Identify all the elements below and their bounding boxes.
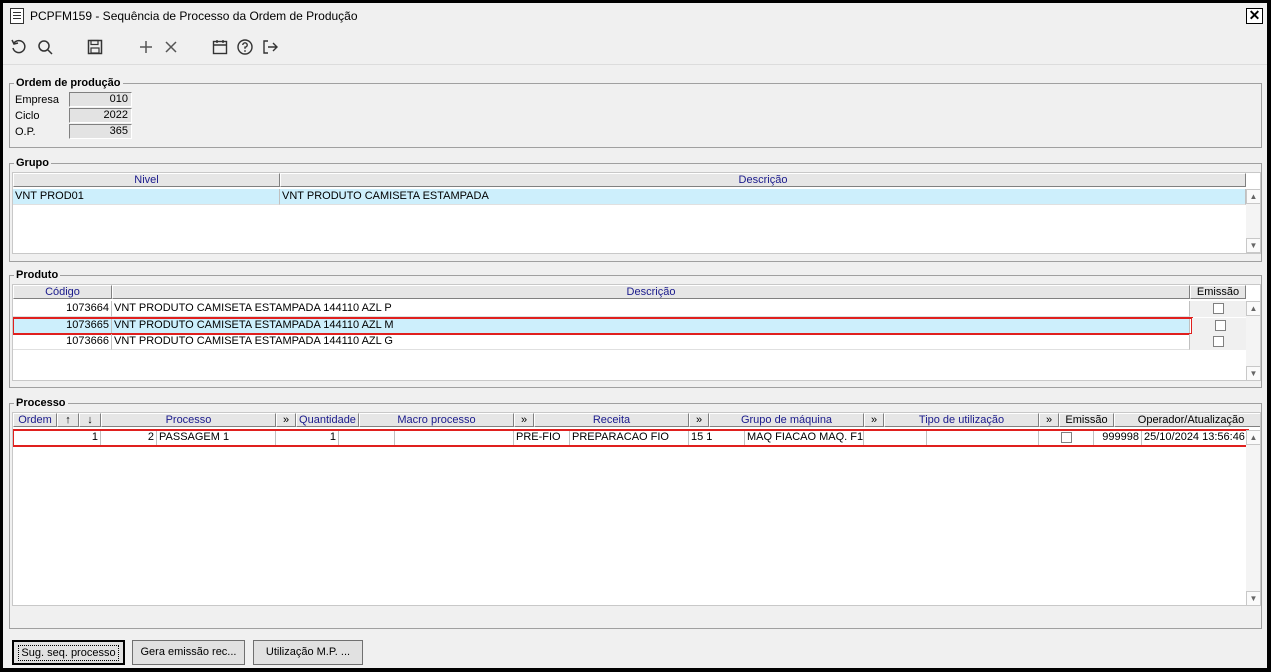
- macro-cod-cell: [339, 430, 395, 446]
- emissao-checkbox[interactable]: [1060, 432, 1072, 443]
- grupo-grid-header: Nivel Descrição: [13, 173, 1246, 187]
- produto-grid-header: Código Descrição Emissão: [13, 285, 1246, 299]
- descricao-cell: VNT PRODUTO CAMISETA ESTAMPADA 144110 AZ…: [112, 334, 1190, 350]
- ordem-cell: 1: [13, 430, 101, 446]
- receita-cod-cell: PRE-FIO: [514, 430, 570, 446]
- scroll-down-icon[interactable]: ▼: [1246, 591, 1260, 605]
- quantidade-cell: 1: [276, 430, 339, 446]
- search-icon[interactable]: [36, 38, 54, 56]
- processo-grid: Ordem ↑ ↓ Processo » Quantidade Macro pr…: [12, 412, 1261, 606]
- grupo-grid: Nivel Descrição VNT PROD01 VNT PRODUTO C…: [12, 172, 1261, 254]
- seq-cell: 2: [101, 430, 157, 446]
- refresh-icon[interactable]: [10, 38, 28, 56]
- processo-scrollbar[interactable]: ▲ ▼: [1246, 430, 1260, 605]
- tipo-cod-cell: [864, 430, 927, 446]
- grupo-scrollbar[interactable]: ▲ ▼: [1246, 189, 1260, 253]
- table-row[interactable]: 1073666 VNT PRODUTO CAMISETA ESTAMPADA 1…: [13, 334, 1246, 350]
- close-button[interactable]: ✕: [1246, 8, 1263, 24]
- col-macro-processo[interactable]: Macro processo: [359, 413, 514, 427]
- add-icon[interactable]: [137, 38, 155, 56]
- toolbar: [3, 30, 1267, 65]
- emissao-checkbox[interactable]: [1212, 336, 1224, 347]
- descricao-cell: VNT PRODUTO CAMISETA ESTAMPADA 144110 AZ…: [112, 301, 1190, 317]
- grupo-legend: Grupo: [14, 157, 51, 169]
- descricao-cell: VNT PRODUTO CAMISETA ESTAMPADA 144110 AZ…: [112, 318, 1190, 334]
- table-row[interactable]: 1073664 VNT PRODUTO CAMISETA ESTAMPADA 1…: [13, 301, 1246, 317]
- scroll-up-icon[interactable]: ▲: [1246, 189, 1260, 204]
- col-grupo-maquina[interactable]: Grupo de máquina: [709, 413, 864, 427]
- ciclo-label: Ciclo: [15, 110, 40, 122]
- col-codigo[interactable]: Código: [13, 285, 112, 299]
- scroll-down-icon[interactable]: ▼: [1246, 238, 1260, 253]
- produto-legend: Produto: [14, 269, 61, 281]
- delete-icon[interactable]: [162, 38, 180, 56]
- produto-grid: Código Descrição Emissão 1073664 VNT PRO…: [12, 284, 1261, 381]
- sort-down-icon[interactable]: ↓: [79, 413, 101, 427]
- col-quantidade[interactable]: Quantidade: [296, 413, 359, 427]
- col-nivel[interactable]: Nivel: [13, 173, 280, 187]
- expand-grupo-icon[interactable]: »: [864, 413, 884, 427]
- processo-legend: Processo: [14, 397, 68, 409]
- sug-seq-processo-button[interactable]: Sug. seq. processo: [12, 640, 125, 665]
- tipo-desc-cell: [927, 430, 1039, 446]
- receita-desc-cell: PREPARACAO FIO: [570, 430, 689, 446]
- document-icon: [10, 8, 24, 24]
- col-operador[interactable]: Operador/Atualização: [1114, 413, 1260, 427]
- col-descricao[interactable]: Descrição: [112, 285, 1190, 299]
- descricao-cell: VNT PRODUTO CAMISETA ESTAMPADA: [280, 189, 1246, 205]
- nivel-cell: VNT PROD01: [13, 189, 280, 205]
- col-emissao[interactable]: Emissão: [1059, 413, 1114, 427]
- table-row[interactable]: 1 2 PASSAGEM 1 1 PRE-FIO PREPARACAO FIO …: [13, 429, 1249, 447]
- op-field[interactable]: 365: [69, 124, 132, 139]
- scroll-up-icon[interactable]: ▲: [1246, 301, 1260, 316]
- col-receita[interactable]: Receita: [534, 413, 689, 427]
- operador-cell: 999998: [1094, 430, 1142, 446]
- main-window: PCPFM159 - Sequência de Processo da Orde…: [1, 1, 1269, 670]
- window-title: PCPFM159 - Sequência de Processo da Orde…: [30, 9, 358, 23]
- exit-icon[interactable]: [261, 38, 279, 56]
- ordem-producao-group: Ordem de produção: [9, 77, 1262, 148]
- gera-emissao-button[interactable]: Gera emissão rec...: [132, 640, 245, 665]
- grupo-cod-cell: 15 1: [689, 430, 745, 446]
- col-ordem[interactable]: Ordem: [13, 413, 57, 427]
- col-emissao[interactable]: Emissão: [1190, 285, 1246, 299]
- col-processo[interactable]: Processo: [101, 413, 276, 427]
- col-tipo-utilizacao[interactable]: Tipo de utilização: [884, 413, 1039, 427]
- expand-receita-icon[interactable]: »: [689, 413, 709, 427]
- toolbar-separator: [3, 64, 1267, 65]
- save-icon[interactable]: [86, 38, 104, 56]
- title-bar: PCPFM159 - Sequência de Processo da Orde…: [3, 3, 1267, 29]
- col-descricao[interactable]: Descrição: [280, 173, 1246, 187]
- codigo-cell: 1073666: [13, 334, 112, 350]
- empresa-field[interactable]: 010: [69, 92, 132, 107]
- macro-desc-cell: [395, 430, 514, 446]
- expand-macro-icon[interactable]: »: [514, 413, 534, 427]
- utilizacao-mp-button[interactable]: Utilização M.P. ...: [253, 640, 363, 665]
- produto-scrollbar[interactable]: ▲ ▼: [1246, 301, 1260, 380]
- processo-cell: PASSAGEM 1: [157, 430, 276, 446]
- calendar-icon[interactable]: [211, 38, 229, 56]
- expand-tipo-icon[interactable]: »: [1039, 413, 1059, 427]
- ciclo-field[interactable]: 2022: [69, 108, 132, 123]
- table-row[interactable]: 1073665 VNT PRODUTO CAMISETA ESTAMPADA 1…: [13, 317, 1193, 335]
- grupo-desc-cell: MAQ FIACAO MAQ. F1: [745, 430, 864, 446]
- codigo-cell: 1073665: [13, 318, 112, 334]
- empresa-label: Empresa: [15, 94, 60, 106]
- codigo-cell: 1073664: [13, 301, 112, 317]
- ordem-producao-legend: Ordem de produção: [14, 77, 123, 89]
- processo-grid-header: Ordem ↑ ↓ Processo » Quantidade Macro pr…: [13, 413, 1260, 427]
- scroll-up-icon[interactable]: ▲: [1246, 430, 1260, 445]
- sort-up-icon[interactable]: ↑: [57, 413, 79, 427]
- emissao-checkbox[interactable]: [1212, 303, 1224, 314]
- op-label: O.P.: [15, 126, 36, 138]
- table-row[interactable]: VNT PROD01 VNT PRODUTO CAMISETA ESTAMPAD…: [13, 189, 1246, 205]
- atualizacao-cell: 25/10/2024 13:56:46: [1142, 430, 1248, 446]
- expand-processo-icon[interactable]: »: [276, 413, 296, 427]
- scroll-down-icon[interactable]: ▼: [1246, 366, 1260, 380]
- help-icon[interactable]: [236, 38, 254, 56]
- emissao-checkbox[interactable]: [1214, 320, 1226, 331]
